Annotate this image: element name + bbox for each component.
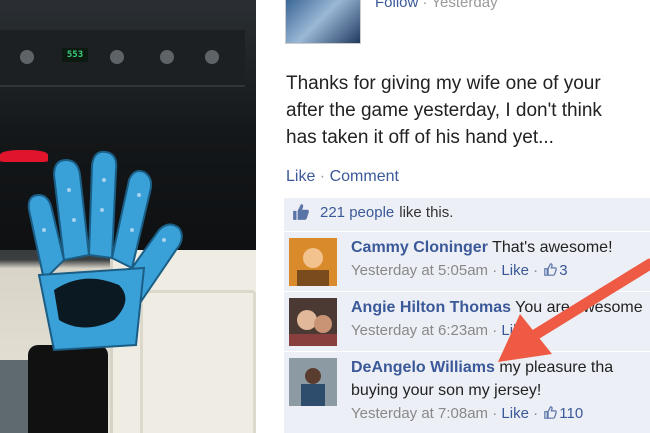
follow-link[interactable]: Follow (375, 0, 418, 11)
commenter-name[interactable]: DeAngelo Williams (351, 359, 495, 376)
meta-separator: · (418, 0, 432, 11)
thumbs-up-icon (544, 263, 558, 276)
comment-like-count[interactable]: 110 (559, 405, 583, 422)
stove-knob (20, 50, 34, 64)
stove-knob (205, 50, 219, 64)
stove-knob (110, 50, 124, 64)
post-photo[interactable]: 553 (0, 0, 256, 433)
commenter-name[interactable]: Cammy Cloninger (351, 239, 488, 256)
comment-body: Cammy Cloninger That's awesome! Yesterda… (351, 239, 613, 279)
comment: Angie Hilton Thomas You are awesome Yest… (284, 291, 650, 348)
post-meta: Follow · Yesterday (375, 0, 498, 11)
stove-display: 553 (62, 48, 88, 62)
comment-timestamp[interactable]: Yesterday at 5:05am (351, 262, 488, 279)
thumbs-up-icon (293, 204, 309, 220)
comment-body: Angie Hilton Thomas You are awesome Yest… (351, 299, 643, 339)
post-text: Thanks for giving my wife one of your af… (286, 73, 602, 148)
commenter-avatar[interactable] (289, 238, 337, 286)
comment: DeAngelo Williams my pleasure tha buying… (284, 351, 650, 422)
comment-text: You are awesome (511, 299, 643, 316)
facebook-post: Follow · Yesterday Thanks for giving my … (256, 0, 650, 433)
comment-link[interactable]: Comment (330, 168, 399, 185)
comment-like-link[interactable]: Like (501, 405, 529, 422)
action-separator: · (315, 168, 330, 185)
commenter-avatar[interactable] (289, 298, 337, 346)
comment: Cammy Cloninger That's awesome! Yesterda… (284, 231, 650, 288)
comment-like-link[interactable]: Like (501, 322, 529, 339)
comment-timestamp[interactable]: Yesterday at 6:23am (351, 322, 488, 339)
post-timestamp[interactable]: Yesterday (431, 0, 497, 11)
likes-suffix: like this. (399, 203, 454, 221)
arm (0, 360, 28, 433)
likes-count-link[interactable]: 221 people (320, 204, 394, 221)
comment-body: DeAngelo Williams my pleasure tha buying… (351, 359, 614, 422)
comment-text-line2: buying your son my jersey! (351, 382, 542, 399)
page-avatar[interactable] (285, 0, 361, 44)
comment-text: my pleasure tha (494, 359, 614, 376)
comment-like-count[interactable]: 3 (559, 262, 567, 279)
comment-text: That's awesome! (487, 239, 613, 256)
thumbs-up-icon (544, 406, 558, 419)
football-glove (27, 150, 183, 352)
likes-summary: 221 people like this. (292, 203, 453, 221)
commenter-name[interactable]: Angie Hilton Thomas (351, 299, 511, 316)
stove-knob (160, 50, 174, 64)
comment-timestamp[interactable]: Yesterday at 7:08am (351, 405, 488, 422)
like-link[interactable]: Like (286, 168, 315, 185)
post-actions: Like · Comment (286, 168, 399, 186)
likes-and-comments: 221 people like this. Cammy Cloninger Th… (284, 198, 650, 433)
comment-like-link[interactable]: Like (501, 262, 529, 279)
commenter-avatar[interactable] (289, 358, 337, 406)
